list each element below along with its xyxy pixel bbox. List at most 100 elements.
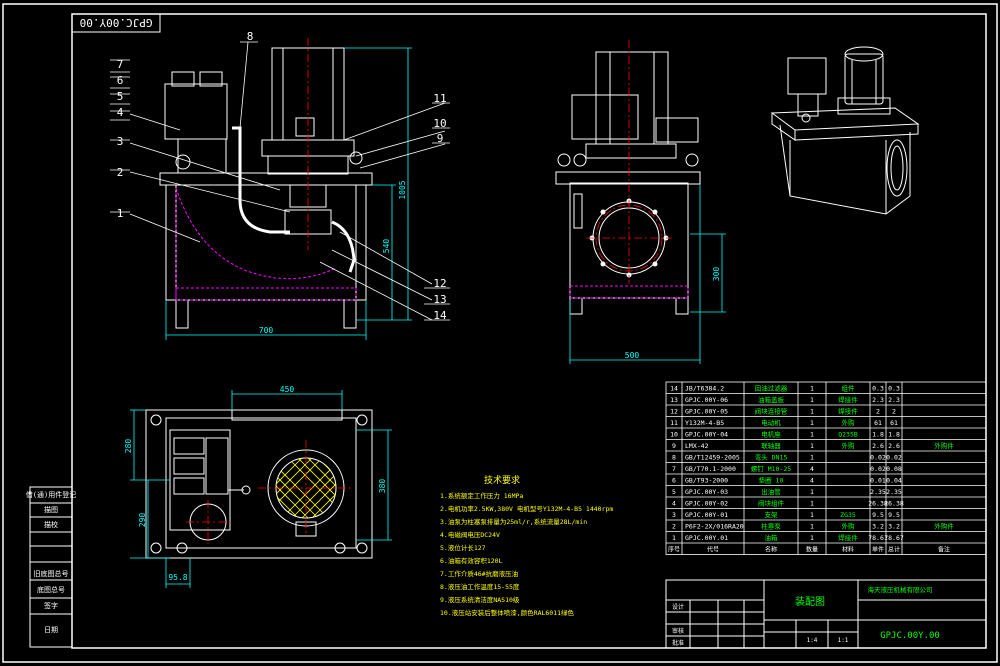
- title-text: 装配图: [795, 595, 825, 608]
- callout-11: 11: [433, 92, 446, 105]
- bom-cell-mat: 焊接件: [838, 395, 858, 404]
- bom-cell-name: 油箱盖板: [758, 395, 785, 404]
- scale-text: 1:4: [807, 637, 818, 644]
- bom-cell-name: 阀块连接管: [755, 407, 788, 416]
- bom-cell-no: 1: [672, 534, 676, 542]
- bom-cell-name: 回油过滤器: [755, 384, 788, 393]
- note-item-6: 6.油箱有效容积120L: [440, 556, 503, 565]
- strip-label-2: 描校: [44, 520, 58, 529]
- bom-cell-no: 14: [670, 385, 678, 393]
- bom-cell-code: GPJC.00Y-02: [685, 500, 728, 508]
- bom-cell-total: 0.04: [886, 477, 902, 485]
- bom-cell-code: P6F2-2X/016RA20: [685, 523, 744, 531]
- label-check: 审核: [672, 627, 684, 635]
- bom-cell-total: 0.02: [886, 454, 902, 462]
- strip-label-4: 底图总号: [37, 585, 65, 594]
- strip-label-5: 签字: [44, 601, 58, 610]
- bom-cell-mat: 焊接件: [838, 407, 858, 416]
- company-text: 海天液压机械有限公司: [868, 585, 933, 594]
- bom-cell-total: 2.6: [888, 442, 900, 450]
- bom-cell-no: 8: [672, 454, 676, 462]
- bom-cell-name: 油箱: [765, 533, 779, 542]
- top-dim-left-bottom: 290: [138, 513, 147, 528]
- bom-cell-mat: 外购: [842, 522, 856, 531]
- bom-cell-code: GPJC.00Y-03: [685, 488, 728, 496]
- callout-13: 13: [433, 293, 446, 306]
- bom-cell-total: 2: [892, 408, 896, 416]
- notes-list: 1.系统额定工作压力 16MPa 2.电机功率2.5KW,380V 电机型号Y1…: [440, 491, 613, 617]
- bom-cell-total: 78.67: [884, 534, 904, 542]
- bom-cell-code: GB/T70.1-2000: [685, 465, 736, 473]
- bom-cell-total: 1.8: [888, 431, 900, 439]
- bom-cell-unit: 1.8: [872, 431, 884, 439]
- note-item-9: 9.液压系统清洁度NAS10级: [440, 595, 520, 604]
- bom-cell-code: GB/T93-2000: [685, 477, 728, 485]
- bom-cell-note: 外购件: [934, 522, 954, 531]
- bom-cell-name: 柱塞泵: [761, 522, 781, 531]
- front-height-tank: 540: [382, 239, 391, 254]
- bom-cell-unit: 0.3: [872, 385, 884, 393]
- callout-4: 4: [117, 106, 124, 119]
- title-drawing-number: GPJC.00Y.00: [880, 631, 940, 641]
- bom-cell-mat: 外购: [842, 441, 856, 450]
- top-dim-top: 450: [280, 385, 295, 394]
- bom-cell-name: 弯头 DN15: [755, 453, 788, 462]
- bom-cell-code: GPJC.00Y-04: [685, 431, 728, 439]
- bom-header-cell: 名称: [765, 546, 777, 554]
- bom-cell-qty: 4: [810, 465, 814, 473]
- bom-text: 14 JB/T6384.2 回油过滤器 1 组件 0.3 0.313 GPJC.00Y-06 油…: [668, 384, 954, 554]
- bom-cell-no: 13: [670, 396, 678, 404]
- bom-cell-name: 阀块组件: [758, 499, 785, 508]
- bom-cell-name: 联轴器: [761, 441, 781, 450]
- bom-header-cell: 材料: [842, 546, 854, 554]
- bom-cell-no: 10: [670, 431, 678, 439]
- bom-cell-name: 螺钉 M10-25: [751, 464, 791, 473]
- bom-cell-code: Y132M-4-B5: [685, 419, 724, 427]
- bom-cell-no: 11: [670, 419, 678, 427]
- bom-cell-total: 0.3: [888, 385, 900, 393]
- bom-cell-note: 外购件: [934, 441, 954, 450]
- note-item-4: 4.电磁阀电压DC24V: [440, 530, 500, 539]
- front-view: [159, 47, 373, 329]
- bom-header-cell: 序号: [668, 546, 680, 554]
- bom-cell-name: 出油管: [761, 487, 781, 496]
- bom-cell-no: 3: [672, 511, 676, 519]
- strip-label-1: 描图: [44, 505, 58, 514]
- top-dim-bottom: 95.8: [168, 573, 187, 582]
- left-strip: 借(通)用件登记 描图 描校 旧底图总号 底图总号 签字 日期: [26, 486, 76, 648]
- note-item-8: 8.液压油工作温度15-55度: [440, 582, 520, 591]
- bom-cell-unit: 61: [874, 419, 882, 427]
- strip-label-0: 借(通)用件登记: [26, 490, 76, 499]
- bom-header-cell: 总计: [888, 546, 900, 554]
- callout-14: 14: [433, 309, 447, 322]
- note-item-7: 7.工作介质46#抗磨液压油: [440, 569, 518, 578]
- bom-cell-unit: 0.02: [870, 454, 886, 462]
- callout-6: 6: [117, 74, 124, 87]
- bom-cell-mat: 焊接件: [838, 533, 858, 542]
- front-hidden-lines: [175, 187, 357, 301]
- bom-cell-qty: 4: [810, 477, 814, 485]
- bom-cell-total: 26.38: [884, 500, 904, 508]
- callout-12: 12: [433, 277, 446, 290]
- strip-label-6: 日期: [44, 626, 58, 634]
- bom-cell-mat: 外购: [842, 418, 856, 427]
- front-dimensions: [165, 47, 412, 340]
- bom-cell-no: 5: [672, 488, 676, 496]
- callout-10: 10: [433, 117, 446, 130]
- bom-cell-total: 0.08: [886, 465, 902, 473]
- bom-cell-qty: 1: [810, 385, 814, 393]
- callout-9: 9: [437, 132, 444, 145]
- side-dimensions: [569, 184, 726, 364]
- bom-cell-qty: 1: [810, 488, 814, 496]
- bom-cell-name: 电动机: [761, 418, 781, 427]
- notes-heading: 技术要求: [484, 474, 520, 486]
- callout-5: 5: [117, 90, 124, 103]
- bom-cell-unit: 2.35: [870, 488, 886, 496]
- bom-cell-no: 2: [672, 523, 676, 531]
- top-center-lines: [186, 440, 354, 544]
- front-width-dim: 700: [259, 326, 274, 335]
- bom-header-cell: 代号: [707, 546, 719, 554]
- bom-cell-qty: 1: [810, 454, 814, 462]
- bom-cell-unit: 0.01: [870, 477, 886, 485]
- top-view: [145, 409, 373, 559]
